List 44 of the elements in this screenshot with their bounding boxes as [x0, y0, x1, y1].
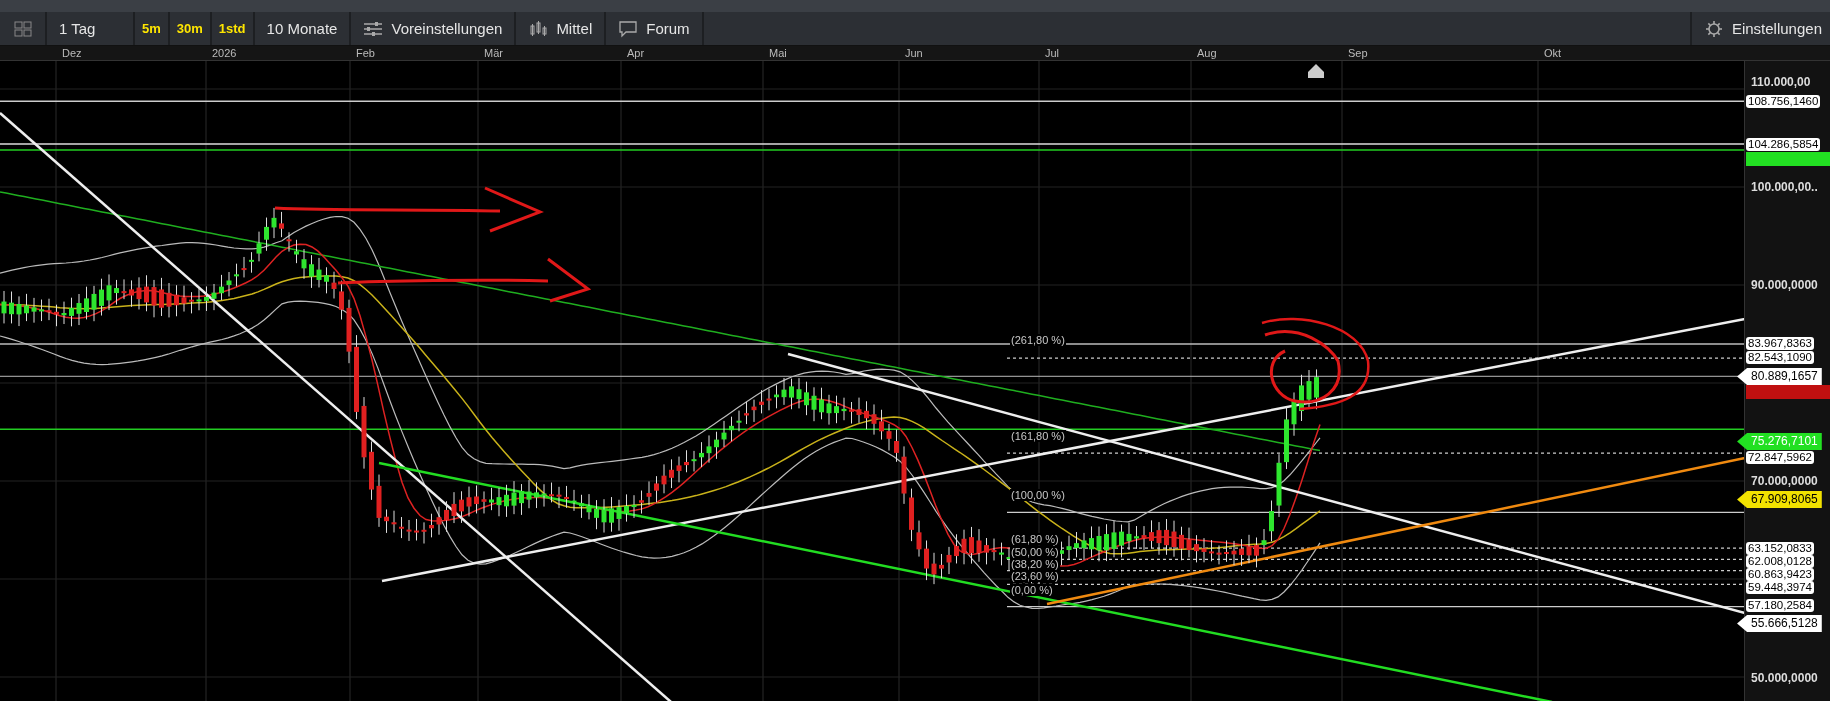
fibonacci-label: (100,00 %) [1010, 489, 1066, 501]
price-tag: 83.967,8363 [1746, 336, 1814, 350]
price-tag: 57.180,2584 [1746, 598, 1814, 612]
fibonacci-label: (38,20 %) [1010, 558, 1060, 570]
date-label: Aug [1197, 46, 1217, 60]
date-label: Mai [769, 46, 787, 60]
price-tag: 55.666,5128 [1737, 615, 1822, 632]
dropdown-button[interactable]: 1 Tag [47, 12, 133, 45]
price-tag: 72.847,5962 [1746, 450, 1814, 464]
date-label: Dez [62, 46, 82, 60]
fibonacci-label: (261,80 %) [1010, 334, 1066, 346]
price-tick-label: 70.000,0000 [1751, 474, 1818, 488]
price-tick-label: 50.000,0000 [1751, 671, 1818, 685]
fibonacci-label: (161,80 %) [1010, 430, 1066, 442]
date-label: Jun [905, 46, 923, 60]
toolbar-button[interactable]: Voreinstellungen [351, 12, 515, 45]
toolbar-button[interactable]: Mittel [516, 12, 605, 45]
dropdown-button[interactable]: 10 Monate [254, 12, 350, 45]
interval-button[interactable]: 5m [135, 12, 168, 45]
interval-button[interactable]: 30m [169, 12, 210, 45]
toolbar-button[interactable]: Forum [606, 12, 702, 45]
interval-button[interactable]: 1std [211, 12, 253, 45]
price-tag: 75.276,7101 [1737, 433, 1822, 450]
fibonacci-label: (23,60 %) [1010, 570, 1060, 582]
price-tag: 104.286,5854 [1746, 137, 1821, 151]
date-label: Okt [1544, 46, 1562, 60]
price-tick-label: 90.000,0000 [1751, 278, 1818, 292]
price-tag: 82.543,1090 [1746, 350, 1814, 364]
settings-button[interactable]: Einstellungen [1691, 12, 1830, 45]
price-tick-label: 110.000,00 [1751, 75, 1811, 89]
date-label: Jul [1045, 46, 1060, 60]
price-tick-label: 100.000,00.. [1751, 180, 1818, 194]
fibonacci-label: (50,00 %) [1010, 546, 1060, 558]
date-label: Mär [484, 46, 503, 60]
price-tag: 108.756,1460 [1746, 94, 1821, 108]
price-tag: 67.909,8065 [1737, 491, 1822, 508]
price-tag: 63.152,0833 [1746, 541, 1814, 555]
date-label: Apr [627, 46, 645, 60]
fibonacci-label: (61,80 %) [1010, 533, 1060, 545]
date-label: Sep [1348, 46, 1368, 60]
price-tag: 80.889,1657 [1737, 368, 1822, 385]
date-label: Feb [356, 46, 375, 60]
fibonacci-label: (0,00 %) [1010, 584, 1054, 596]
date-label: 2026 [212, 46, 237, 60]
